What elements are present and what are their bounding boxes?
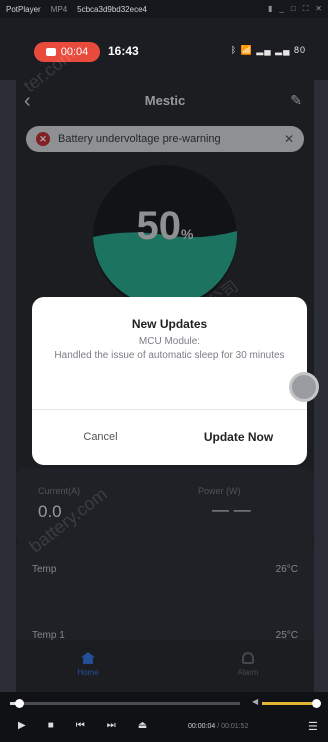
player-title-bar: PotPlayer MP4 5cbca3d9bd32ece4 ▮ _ □ ⛶ ✕ bbox=[0, 0, 328, 18]
player-file-name: 5cbca3d9bd32ece4 bbox=[77, 4, 147, 14]
minimize-icon[interactable]: _ bbox=[279, 4, 283, 14]
fullscreen-icon[interactable]: ⛶ bbox=[303, 4, 309, 14]
system-status-icons: ᛒ 📶 ▂▄ ▂▄ 80 bbox=[230, 45, 306, 55]
stop-icon[interactable]: ■ bbox=[48, 720, 54, 731]
update-now-button[interactable]: Update Now bbox=[170, 409, 307, 465]
pin-icon[interactable]: ▮ bbox=[268, 4, 272, 14]
player-controls: ◀ ▶ ■ ⏮ ⏭ ⏏ 00:00:04 / 00:01:52 ☰ bbox=[0, 692, 328, 742]
close-icon[interactable]: ✕ bbox=[315, 4, 322, 14]
player-app-name: PotPlayer bbox=[6, 4, 41, 14]
window-controls[interactable]: ▮ _ □ ⛶ ✕ bbox=[268, 4, 322, 14]
floating-assist-button[interactable] bbox=[289, 372, 319, 402]
update-dialog: New Updates MCU Module: Handled the issu… bbox=[32, 297, 307, 465]
next-icon[interactable]: ⏭ bbox=[107, 720, 116, 731]
total-time: / 00:01:52 bbox=[217, 723, 249, 730]
player-format: MP4 bbox=[50, 4, 68, 14]
cancel-button[interactable]: Cancel bbox=[32, 409, 169, 465]
previous-icon[interactable]: ⏮ bbox=[76, 720, 85, 731]
volume-level bbox=[262, 702, 313, 705]
menu-icon[interactable]: ☰ bbox=[308, 720, 318, 733]
dialog-message: MCU Module: Handled the issue of automat… bbox=[46, 335, 293, 363]
elapsed-time: 00:00:04 bbox=[188, 723, 216, 730]
dialog-title: New Updates bbox=[131, 317, 208, 331]
maximize-icon[interactable]: □ bbox=[291, 4, 296, 14]
dialog-message-line1: MCU Module: bbox=[138, 336, 201, 347]
volume-icon[interactable]: ◀ bbox=[252, 697, 258, 706]
status-clock: 16:43 bbox=[108, 44, 139, 58]
seek-handle[interactable] bbox=[15, 699, 24, 708]
seek-bar[interactable] bbox=[10, 702, 240, 705]
playback-time: 00:00:04 / 00:01:52 bbox=[188, 723, 248, 730]
playback-buttons: ▶ ■ ⏮ ⏭ ⏏ bbox=[18, 720, 147, 731]
volume-handle[interactable] bbox=[312, 699, 321, 708]
dialog-message-line2: Handled the issue of automatic sleep for… bbox=[54, 350, 285, 361]
play-icon[interactable]: ▶ bbox=[18, 720, 26, 731]
eject-icon[interactable]: ⏏ bbox=[138, 720, 147, 731]
volume-bar[interactable] bbox=[262, 702, 318, 705]
